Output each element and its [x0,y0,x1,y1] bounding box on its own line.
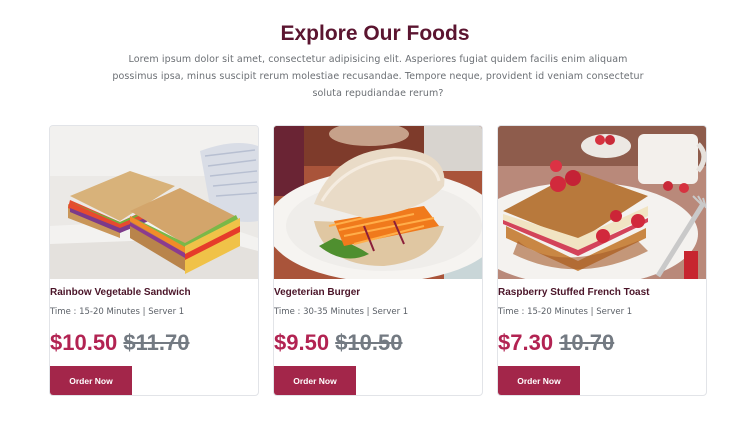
section-title: Explore Our Foods [280,22,470,45]
food-meta: Time : 15-20 Minutes | Server 1 [50,307,185,317]
old-price: 10.70 [559,330,615,355]
current-price: $10.50 [50,330,118,355]
food-image-french-toast [498,126,706,279]
price-row: $10.50 $11.70 [50,330,190,356]
price-row: $9.50 $10.50 [274,330,402,356]
current-price: $7.30 [498,330,554,355]
price-row: $7.30 10.70 [498,330,614,356]
food-card: Raspberry Stuffed French Toast Time : 15… [497,125,707,396]
food-image-rainbow-sandwich [50,126,258,279]
current-price: $9.50 [274,330,330,355]
food-name: Rainbow Vegetable Sandwich [50,287,191,298]
old-price: $10.50 [335,330,403,355]
food-card: Rainbow Vegetable Sandwich Time : 15-20 … [49,125,259,396]
section-description: Lorem ipsum dolor sit amet, consectetur … [112,54,644,99]
food-name: Raspberry Stuffed French Toast [498,287,650,298]
order-now-button[interactable]: Order Now [498,366,580,395]
food-meta: Time : 30-35 Minutes | Server 1 [274,307,409,317]
order-now-button[interactable]: Order Now [274,366,356,395]
food-image-vegetarian-burger [274,126,482,279]
food-meta: Time : 15-20 Minutes | Server 1 [498,307,633,317]
food-card: Vegeterian Burger Time : 30-35 Minutes |… [273,125,483,396]
order-now-button[interactable]: Order Now [50,366,132,395]
food-name: Vegeterian Burger [274,287,361,298]
food-card-list: Rainbow Vegetable Sandwich Time : 15-20 … [49,125,707,396]
old-price: $11.70 [123,330,190,355]
